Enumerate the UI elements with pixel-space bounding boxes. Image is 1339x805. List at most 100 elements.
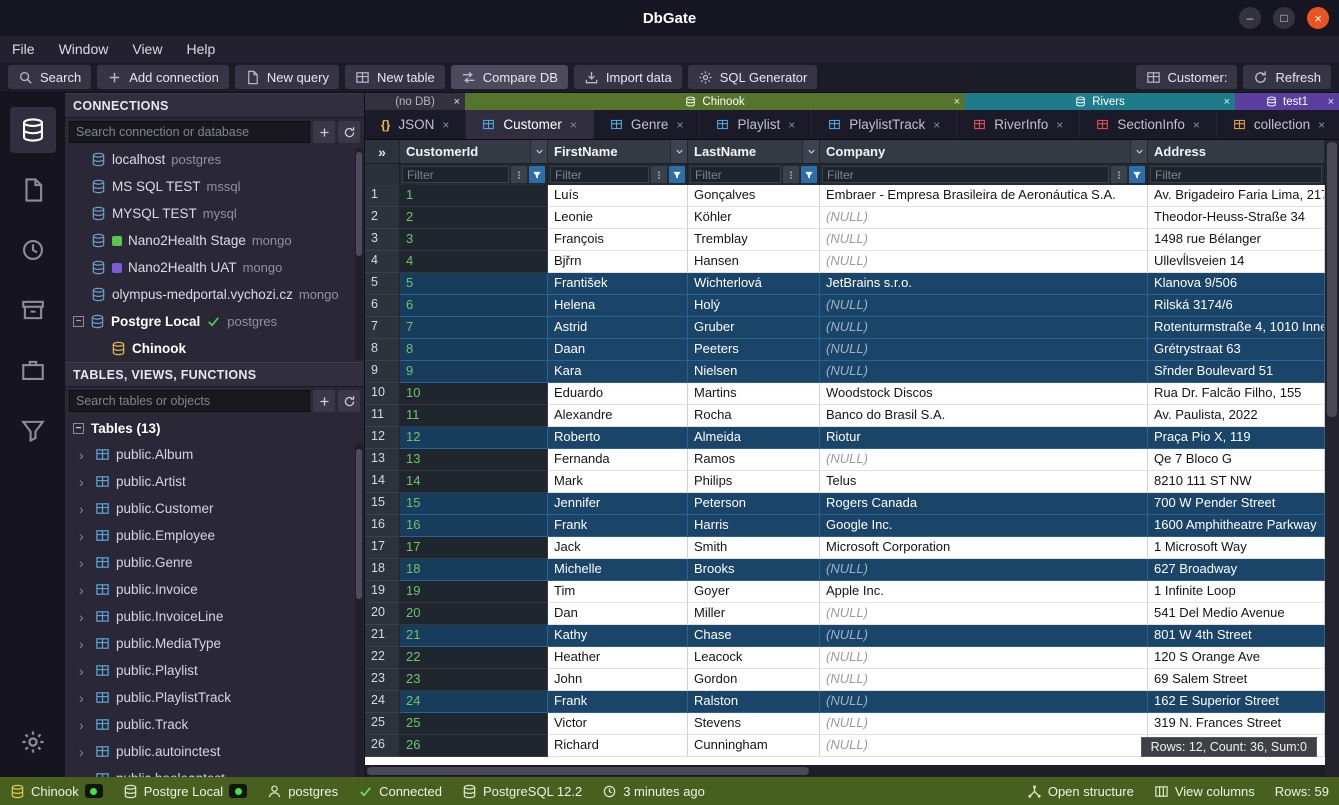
table-item-public-mediatype[interactable]: ›public.MediaType [65, 630, 364, 657]
tab-close-icon[interactable]: × [1056, 118, 1063, 132]
cell-address[interactable]: Grétrystraat 63 [1148, 339, 1325, 361]
close-icon[interactable]: × [954, 96, 960, 108]
scrollbar-thumb[interactable] [356, 449, 362, 599]
chevron-right-icon[interactable]: › [79, 528, 89, 544]
cell-lastname[interactable]: Peeters [688, 339, 820, 361]
grid-row-15[interactable]: 1515JenniferPetersonRogers Canada700 W P… [365, 493, 1325, 515]
cell-address[interactable]: Av. Brigadeiro Faria Lima, 2170 [1148, 185, 1325, 207]
filter-funnel-button[interactable] [669, 166, 685, 183]
tab-close-icon[interactable]: × [570, 118, 577, 132]
cell-address[interactable]: Av. Paulista, 2022 [1148, 405, 1325, 427]
cell-company[interactable]: Rogers Canada [820, 493, 1148, 515]
table-item-public-playlisttrack[interactable]: ›public.PlaylistTrack [65, 684, 364, 711]
filter-input-firstname[interactable] [550, 166, 649, 183]
filter-input-company[interactable] [822, 166, 1109, 183]
tab-json[interactable]: {}JSON× [365, 110, 466, 139]
cell-firstname[interactable]: Michelle [548, 559, 688, 581]
status-3-minutes-ago[interactable]: 3 minutes ago [602, 784, 705, 799]
cell-lastname[interactable]: Peterson [688, 493, 820, 515]
cell-customerid[interactable]: 7 [400, 317, 548, 339]
table-item-public-genre[interactable]: ›public.Genre [65, 549, 364, 576]
cell-customerid[interactable]: 12 [400, 427, 548, 449]
cell-address[interactable]: 120 S Orange Ave [1148, 647, 1325, 669]
cell-lastname[interactable]: Köhler [688, 207, 820, 229]
cell-lastname[interactable]: Leacock [688, 647, 820, 669]
db-group-no-db[interactable]: (no DB)× [365, 93, 465, 110]
db-group-rivers[interactable]: Rivers× [965, 93, 1235, 110]
cell-address[interactable]: 801 W 4th Street [1148, 625, 1325, 647]
grid-row-1[interactable]: 11LuísGonçalvesEmbraer - Empresa Brasile… [365, 185, 1325, 207]
cell-firstname[interactable]: Kara [548, 361, 688, 383]
connection-item-nano2health-stage[interactable]: Nano2Health Stagemongo [65, 227, 364, 254]
connection-item-localhost[interactable]: localhostpostgres [65, 146, 364, 173]
rail-archive-button[interactable] [10, 287, 56, 333]
tables-scrollbar[interactable] [355, 443, 363, 777]
cell-firstname[interactable]: Eduardo [548, 383, 688, 405]
tab-close-icon[interactable]: × [1318, 118, 1325, 132]
grid-vertical-scrollbar[interactable] [1325, 140, 1339, 765]
cell-customerid[interactable]: 18 [400, 559, 548, 581]
cell-firstname[interactable]: Dan [548, 603, 688, 625]
column-header-address[interactable]: Address [1148, 140, 1325, 163]
cell-address[interactable]: Rua Dr. Falcão Filho, 155 [1148, 383, 1325, 405]
minimize-button[interactable]: – [1239, 7, 1261, 29]
cell-company[interactable]: (NULL) [820, 625, 1148, 647]
status-rows-59[interactable]: Rows: 59 [1275, 784, 1329, 799]
cell-address[interactable]: 319 N. Frances Street [1148, 713, 1325, 735]
grid-horizontal-scrollbar[interactable] [365, 765, 1325, 777]
cell-company[interactable]: (NULL) [820, 603, 1148, 625]
cell-company[interactable]: (NULL) [820, 713, 1148, 735]
tab-close-icon[interactable]: × [442, 118, 449, 132]
collapse-icon[interactable]: − [73, 423, 84, 434]
chevron-right-icon[interactable]: › [79, 663, 89, 679]
cell-address[interactable]: Praça Pio X, 119 [1148, 427, 1325, 449]
close-button[interactable]: × [1307, 7, 1329, 29]
grid-row-16[interactable]: 1616FrankHarrisGoogle Inc.1600 Amphithea… [365, 515, 1325, 537]
cell-company[interactable]: (NULL) [820, 295, 1148, 317]
chevron-right-icon[interactable]: › [79, 690, 89, 706]
cell-firstname[interactable]: František [548, 273, 688, 295]
column-header-firstname[interactable]: FirstName [548, 140, 688, 163]
connections-scrollbar[interactable] [355, 148, 363, 360]
tab-riverinfo[interactable]: RiverInfo× [957, 110, 1080, 139]
toolbar-compare-db-button[interactable]: Compare DB [451, 65, 568, 89]
cell-company[interactable]: (NULL) [820, 251, 1148, 273]
cell-lastname[interactable]: Philips [688, 471, 820, 493]
cell-firstname[interactable]: Bjřrn [548, 251, 688, 273]
cell-firstname[interactable]: Heather [548, 647, 688, 669]
status-view-columns[interactable]: View columns [1154, 784, 1255, 799]
cell-firstname[interactable]: Richard [548, 735, 688, 757]
cell-firstname[interactable]: Roberto [548, 427, 688, 449]
toolbar-new-table-button[interactable]: New table [345, 65, 445, 89]
close-icon[interactable]: × [1224, 96, 1230, 108]
column-header-lastname[interactable]: LastName [688, 140, 820, 163]
chevron-right-icon[interactable]: › [79, 771, 89, 778]
cell-lastname[interactable]: Chase [688, 625, 820, 647]
cell-firstname[interactable]: Tim [548, 581, 688, 603]
filter-menu-button[interactable] [651, 166, 667, 183]
table-item-public-track[interactable]: ›public.Track [65, 711, 364, 738]
status-connected[interactable]: Connected [358, 784, 442, 799]
table-item-public-artist[interactable]: ›public.Artist [65, 468, 364, 495]
table-item-public-employee[interactable]: ›public.Employee [65, 522, 364, 549]
close-icon[interactable]: × [1328, 96, 1334, 108]
cell-lastname[interactable]: Tremblay [688, 229, 820, 251]
cell-customerid[interactable]: 3 [400, 229, 548, 251]
tab-sectioninfo[interactable]: SectionInfo× [1080, 110, 1217, 139]
expand-all-button[interactable]: » [365, 140, 400, 163]
grid-row-18[interactable]: 1818MichelleBrooks(NULL)627 Broadway [365, 559, 1325, 581]
toolbar-customer-button[interactable]: Customer: [1136, 65, 1238, 89]
cell-customerid[interactable]: 23 [400, 669, 548, 691]
cell-address[interactable]: 627 Broadway [1148, 559, 1325, 581]
cell-customerid[interactable]: 20 [400, 603, 548, 625]
chevron-right-icon[interactable]: › [79, 717, 89, 733]
status-open-structure[interactable]: Open structure [1027, 784, 1134, 799]
rail-filters-button[interactable] [10, 407, 56, 453]
chevron-right-icon[interactable]: › [79, 501, 89, 517]
tables-search-input[interactable] [69, 390, 310, 412]
cell-company[interactable]: Riotur [820, 427, 1148, 449]
grid-row-19[interactable]: 1919TimGoyerApple Inc.1 Infinite Loop [365, 581, 1325, 603]
cell-customerid[interactable]: 6 [400, 295, 548, 317]
cell-lastname[interactable]: Gonçalves [688, 185, 820, 207]
cell-company[interactable]: (NULL) [820, 207, 1148, 229]
